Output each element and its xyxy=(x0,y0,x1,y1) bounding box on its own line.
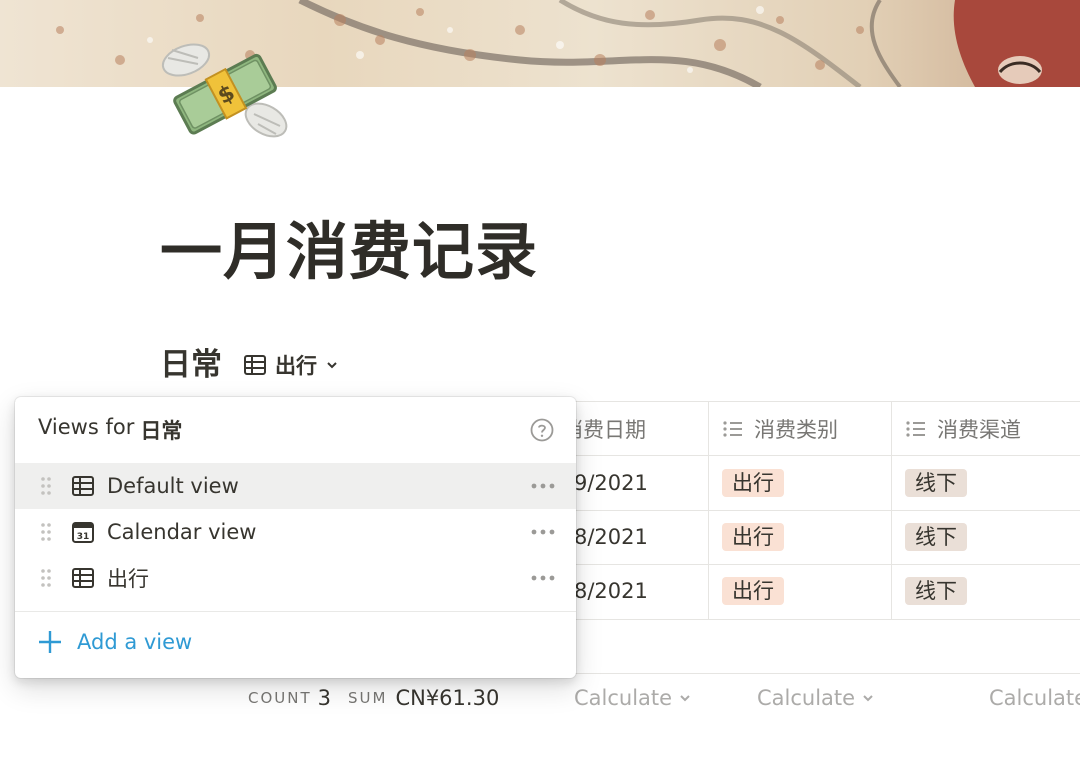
count-calculation[interactable]: COUNT 3 xyxy=(248,686,331,710)
table-icon xyxy=(72,568,94,588)
popover-heading-db: 日常 xyxy=(140,419,183,443)
tag-channel[interactable]: 线下 xyxy=(905,577,967,605)
money-with-wings-icon[interactable]: $ xyxy=(158,30,292,148)
plus-icon xyxy=(39,631,61,653)
view-label: Calendar view xyxy=(107,520,257,544)
column-header-channel[interactable]: 消费渠道 xyxy=(905,402,1021,456)
list-icon xyxy=(723,421,742,437)
row-divider xyxy=(575,564,1080,565)
column-header-label: 消费渠道 xyxy=(937,418,1021,442)
drag-handle-icon[interactable] xyxy=(39,475,53,497)
add-view-button[interactable]: Add a view xyxy=(37,629,192,655)
chevron-down-icon xyxy=(680,695,690,702)
row-divider xyxy=(575,619,1080,620)
database-title[interactable]: 日常 xyxy=(160,345,222,385)
drag-handle-icon[interactable] xyxy=(39,521,53,543)
column-header-category[interactable]: 消费类别 xyxy=(722,402,838,456)
table-icon xyxy=(244,355,266,375)
cell-date[interactable]: 8/2021 xyxy=(574,522,648,552)
tag-category[interactable]: 出行 xyxy=(722,523,784,551)
chevron-down-icon xyxy=(327,362,337,369)
drag-handle-icon[interactable] xyxy=(39,567,53,589)
count-value: 3 xyxy=(317,686,332,710)
row-divider xyxy=(575,510,1080,511)
tag-channel[interactable]: 线下 xyxy=(905,469,967,497)
list-icon xyxy=(906,421,925,437)
current-view-label: 出行 xyxy=(275,354,317,378)
view-item-calendar[interactable]: 31 Calendar view xyxy=(15,509,576,555)
column-divider xyxy=(708,401,709,619)
cell-date[interactable]: 8/2021 xyxy=(574,576,648,606)
calculate-dropdown[interactable]: Calculate xyxy=(757,686,875,710)
more-options-icon[interactable] xyxy=(530,574,556,582)
calendar-icon: 31 xyxy=(72,522,94,543)
view-item-travel[interactable]: 出行 xyxy=(15,555,576,601)
view-switcher[interactable]: 出行 xyxy=(243,350,339,380)
chevron-down-icon xyxy=(863,695,873,702)
view-label: Default view xyxy=(107,474,239,498)
more-options-icon[interactable] xyxy=(530,482,556,490)
table-icon xyxy=(72,476,94,496)
calculate-label: Calculate xyxy=(574,686,673,710)
more-options-icon[interactable] xyxy=(530,528,556,536)
page-title[interactable]: 一月消费记录 xyxy=(160,212,538,292)
help-icon[interactable] xyxy=(530,418,554,442)
calculate-dropdown[interactable]: Calculate xyxy=(989,686,1080,710)
add-view-label: Add a view xyxy=(77,630,193,654)
calculate-label: Calculate xyxy=(989,686,1080,710)
column-header-label: 消费类别 xyxy=(754,418,838,442)
footer-border xyxy=(575,673,1080,674)
cell-date[interactable]: 9/2021 xyxy=(574,468,648,498)
tag-category[interactable]: 出行 xyxy=(722,469,784,497)
popover-heading: Views for 日常 xyxy=(38,415,182,445)
tag-category[interactable]: 出行 xyxy=(722,577,784,605)
calculate-dropdown[interactable]: Calculate xyxy=(574,686,692,710)
view-item-default[interactable]: Default view xyxy=(15,463,576,509)
calculate-label: Calculate xyxy=(757,686,856,710)
column-divider xyxy=(891,401,892,619)
tag-channel[interactable]: 线下 xyxy=(905,523,967,551)
sum-value: CN¥61.30 xyxy=(395,686,500,710)
sum-label: SUM xyxy=(348,689,388,707)
count-label: COUNT xyxy=(248,689,312,707)
view-label: 出行 xyxy=(107,567,149,591)
views-popover: Views for 日常 Default view 31 Calendar vi… xyxy=(15,397,576,678)
svg-text:31: 31 xyxy=(77,532,90,542)
popover-divider xyxy=(15,611,576,612)
sum-calculation[interactable]: SUM CN¥61.30 xyxy=(348,686,499,710)
popover-heading-prefix: Views for xyxy=(38,415,135,439)
